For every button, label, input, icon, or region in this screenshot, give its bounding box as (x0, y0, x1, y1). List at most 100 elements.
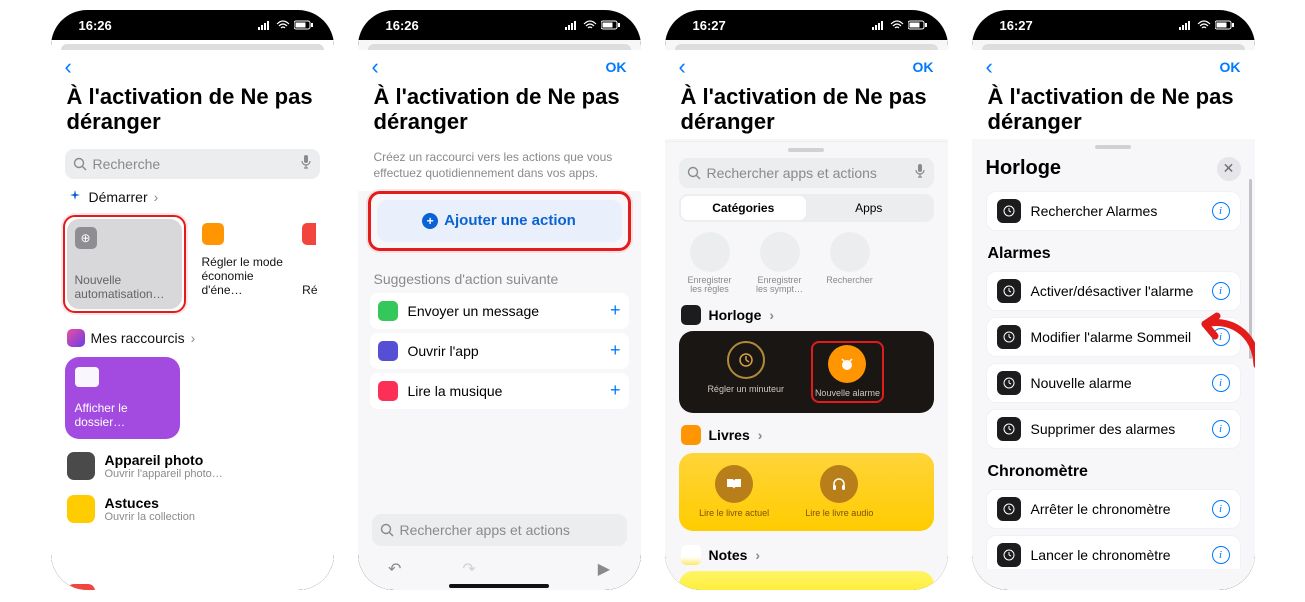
action-new-alarm[interactable]: Nouvelle alarme i (986, 363, 1241, 403)
info-icon[interactable]: i (1212, 202, 1230, 220)
plus-icon[interactable]: + (610, 380, 621, 401)
action-read-book[interactable]: Lire le livre actuel (687, 465, 782, 519)
tile-low-power[interactable]: Régler le mode économie d'éne… (194, 215, 293, 305)
clock-icon (997, 543, 1021, 567)
status-bar: 16:26 (358, 10, 641, 40)
plus-icon: + (422, 213, 438, 229)
highlight-box: Nouvelle alarme (811, 341, 884, 403)
status-bar: 16:26 (51, 10, 334, 40)
play-icon[interactable]: ▶ (598, 559, 610, 579)
suggestions-header: Suggestions d'action suivante (358, 251, 641, 293)
back-button[interactable]: ‹ (679, 54, 686, 80)
info-icon[interactable]: i (1212, 500, 1230, 518)
back-button[interactable]: ‹ (986, 54, 993, 80)
phone-3: 16:27 ‹ OK À l'activation de Ne pas déra… (665, 10, 948, 590)
back-button[interactable]: ‹ (372, 54, 379, 80)
chevron-right-icon: › (755, 547, 760, 563)
mic-icon[interactable] (914, 163, 926, 182)
seg-categories[interactable]: Catégories (681, 196, 807, 220)
tile-cut[interactable]: Ré (300, 215, 319, 305)
shortcuts-label: Mes raccourcis (91, 330, 185, 346)
books-app-icon (681, 425, 701, 445)
clock-icon (997, 199, 1021, 223)
add-action-button[interactable]: + Ajouter une action (377, 200, 622, 242)
page-title: À l'activation de Ne pas déranger (51, 84, 334, 143)
action-audiobook[interactable]: Lire le livre audio (792, 465, 887, 519)
plus-icon[interactable]: + (610, 300, 621, 321)
scrollbar[interactable] (1249, 179, 1252, 359)
horloge-card: Régler un minuteur Nouvelle alarme (679, 331, 934, 413)
ok-button[interactable]: OK (606, 59, 627, 75)
search-input[interactable]: Rechercher apps et actions (372, 514, 627, 546)
phone-2: 16:26 ‹ OK À l'activation de Ne pas déra… (358, 10, 641, 590)
action-search-alarms[interactable]: Rechercher Alarmes i (986, 191, 1241, 231)
app-row-voice[interactable]: Dictaphone (51, 576, 334, 590)
seg-apps[interactable]: Apps (806, 196, 932, 220)
app-row-camera[interactable]: Appareil photo Ouvrir l'appareil photo… (51, 445, 334, 487)
action-timer[interactable]: Régler un minuteur (687, 341, 805, 403)
app-row-tips[interactable]: Astuces Ouvrir la collection (51, 487, 334, 530)
search-input[interactable]: Rechercher apps et actions (679, 158, 934, 188)
action-delete-alarms[interactable]: Supprimer des alarmes i (986, 409, 1241, 449)
info-icon[interactable]: i (1212, 282, 1230, 300)
section-start[interactable]: Démarrer › (51, 185, 334, 209)
sheet-handle[interactable] (788, 148, 824, 152)
sugg-open-app[interactable]: Ouvrir l'app + (370, 333, 629, 369)
app-icon (378, 341, 398, 361)
section-horloge[interactable]: Horloge › (665, 297, 948, 327)
plus-icon[interactable]: + (610, 340, 621, 361)
highlight-box: + Ajouter une action (368, 191, 631, 251)
mic-icon[interactable] (300, 154, 312, 173)
undo-icon[interactable]: ↶ (388, 559, 401, 579)
tile-label: Afficher le dossier… (75, 401, 170, 429)
segmented-control[interactable]: Catégories Apps (679, 194, 934, 222)
status-icons (1179, 20, 1235, 30)
placeholder (67, 539, 95, 567)
search-input[interactable]: Recherche (65, 149, 320, 179)
chip-item[interactable]: Enregistrer les règles (681, 232, 739, 296)
clock-icon (997, 371, 1021, 395)
info-icon[interactable]: i (1212, 546, 1230, 564)
section-shortcuts[interactable]: Mes raccourcis › (51, 325, 334, 351)
notes-card-cut (679, 571, 934, 590)
action-start-stopwatch[interactable]: Lancer le chronomètre i (986, 535, 1241, 569)
nav-bar: ‹ (51, 50, 334, 84)
info-icon[interactable]: i (1212, 420, 1230, 438)
info-icon[interactable]: i (1212, 374, 1230, 392)
camera-icon (67, 452, 95, 480)
tile-show-folder[interactable]: Afficher le dossier… (65, 357, 180, 439)
sugg-send-message[interactable]: Envoyer un message + (370, 293, 629, 329)
shortcuts-icon (67, 329, 85, 347)
search-icon (380, 523, 394, 537)
ok-button[interactable]: OK (1220, 59, 1241, 75)
search-placeholder: Recherche (93, 156, 161, 172)
section-livres[interactable]: Livres › (665, 417, 948, 447)
close-button[interactable]: ✕ (1217, 157, 1241, 181)
tips-icon (67, 495, 95, 523)
action-toggle-alarm[interactable]: Activer/désactiver l'alarme i (986, 271, 1241, 311)
back-button[interactable]: ‹ (65, 54, 72, 80)
phone-4: 16:27 ‹ OK À l'activation de Ne pas déra… (972, 10, 1255, 590)
info-icon[interactable]: i (1212, 328, 1230, 346)
phone-1: 16:26 ‹ À l'activation de Ne pas dérange… (51, 10, 334, 590)
redo-icon[interactable]: ↷ (462, 559, 475, 579)
tile-label: Nouvelle automatisation… (75, 273, 174, 301)
sugg-play-music[interactable]: Lire la musique + (370, 373, 629, 409)
sugg-label: Ouvrir l'app (408, 343, 479, 359)
music-icon (378, 381, 398, 401)
action-new-alarm[interactable]: Nouvelle alarme (815, 345, 880, 399)
ok-button[interactable]: OK (913, 59, 934, 75)
tile-new-automation[interactable]: ⊕ Nouvelle automatisation… (67, 219, 182, 309)
home-indicator (449, 584, 549, 588)
app-row-empty[interactable] (51, 530, 334, 576)
app-sub: Ouvrir l'appareil photo… (105, 468, 223, 480)
action-edit-sleep-alarm[interactable]: Modifier l'alarme Sommeil i (986, 317, 1241, 357)
action-stop-stopwatch[interactable]: Arrêter le chronomètre i (986, 489, 1241, 529)
nav-bar: ‹ OK (665, 50, 948, 84)
section-alarms: Alarmes (972, 237, 1255, 265)
chip-item[interactable]: Enregistrer les sympt… (751, 232, 809, 296)
livres-card: Lire le livre actuel Lire le livre audio (679, 453, 934, 531)
chevron-right-icon: › (191, 330, 196, 346)
chip-item[interactable]: Rechercher (821, 232, 879, 296)
section-notes[interactable]: Notes › (665, 537, 948, 567)
